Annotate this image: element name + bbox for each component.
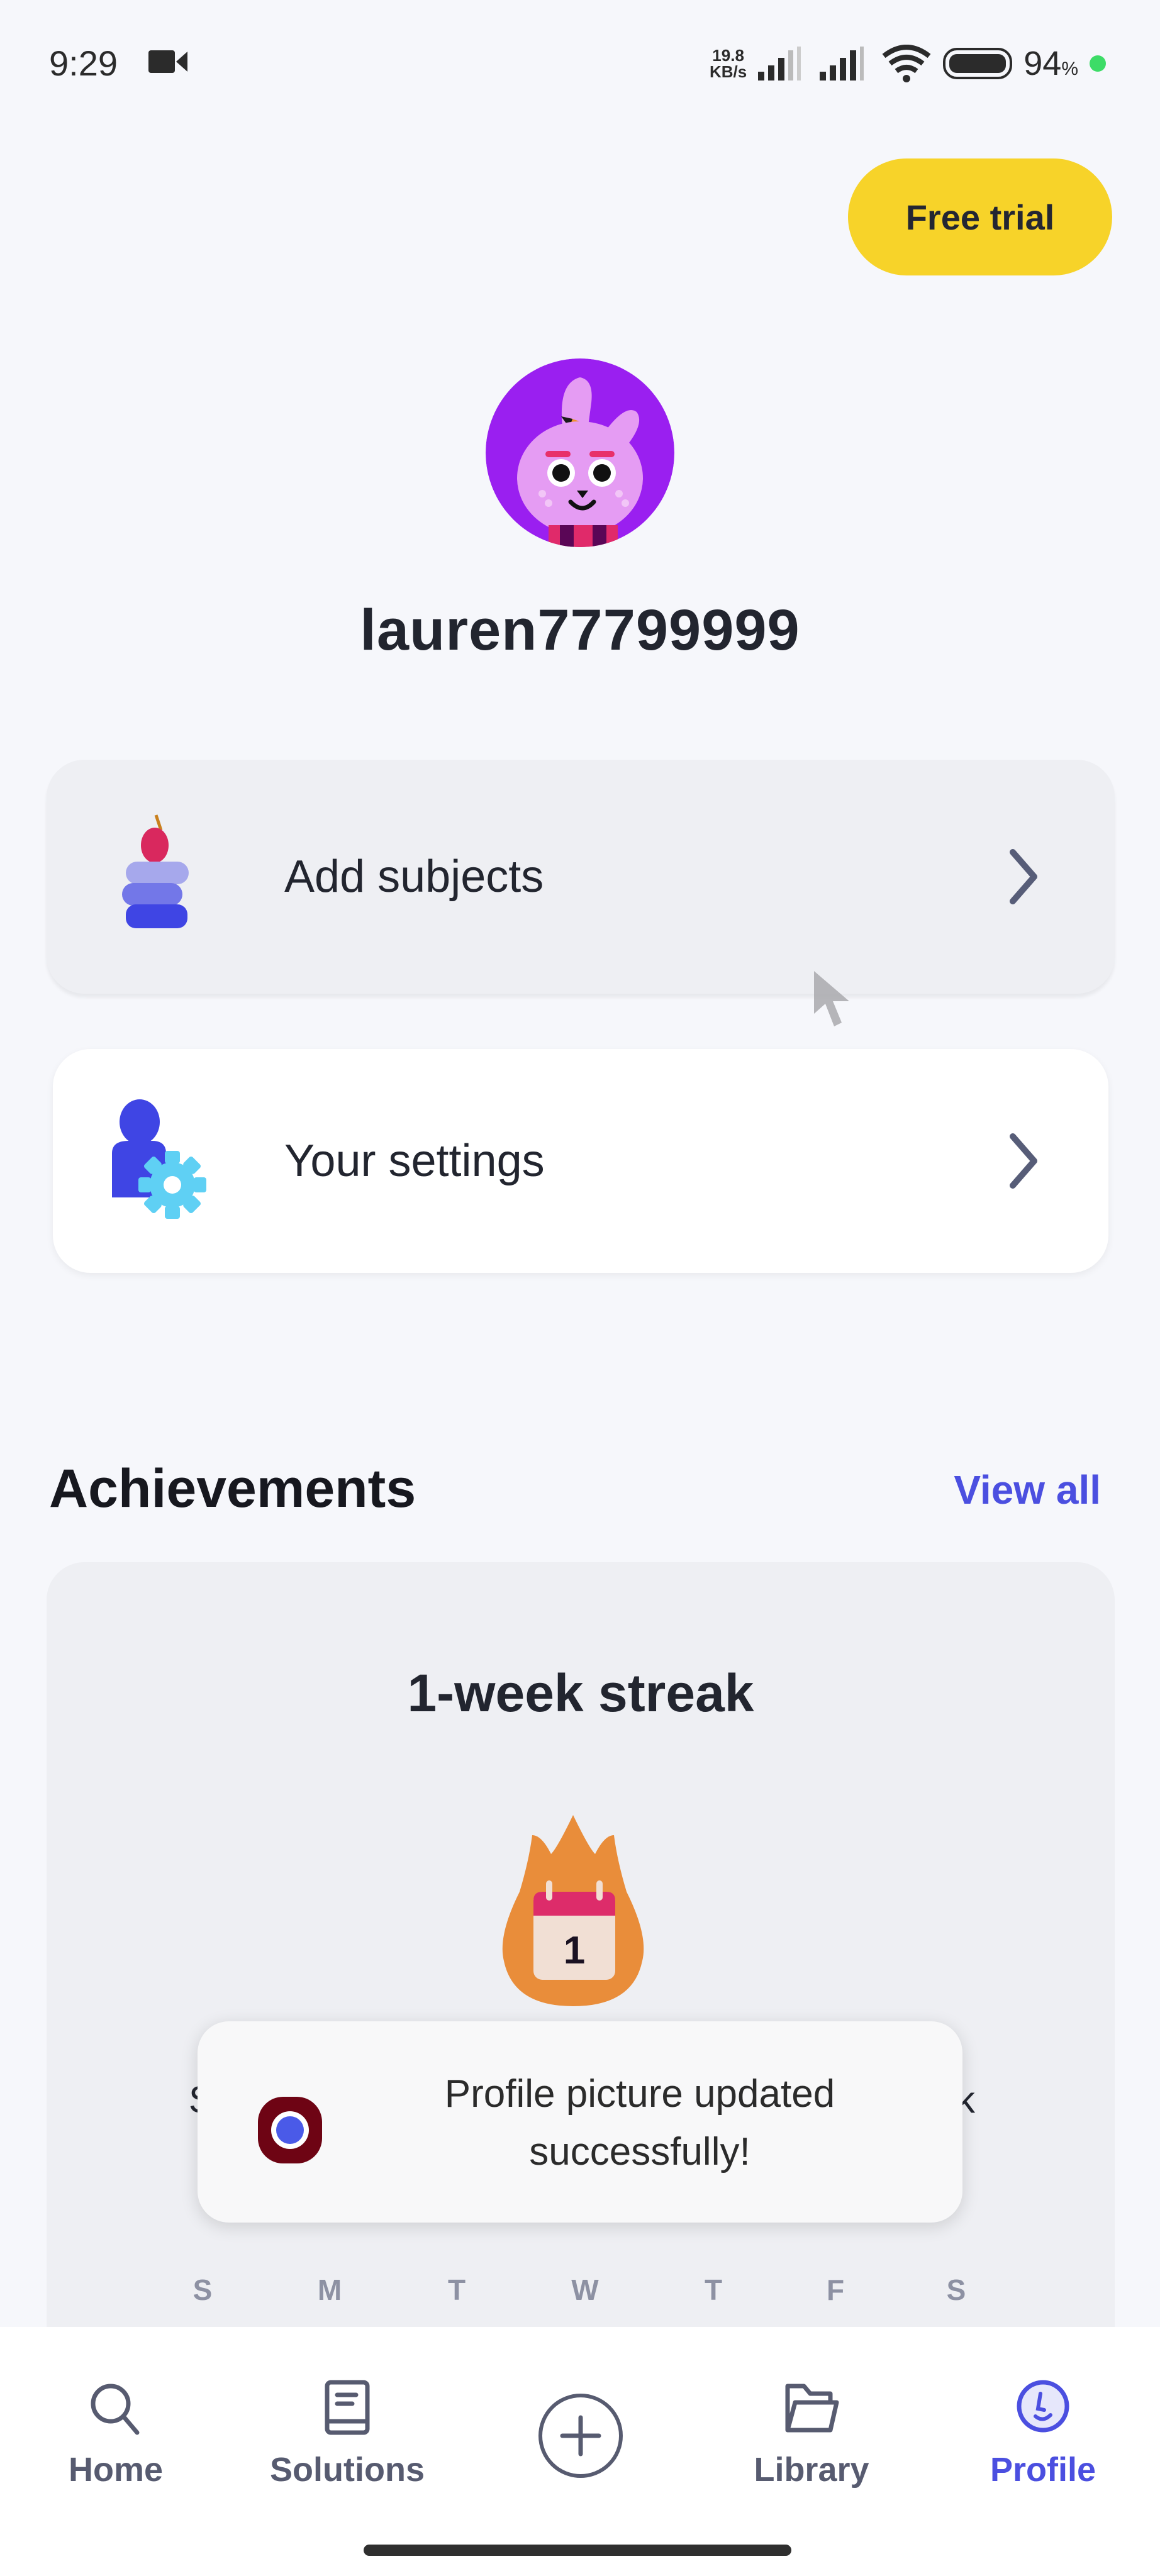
book-icon — [325, 2380, 370, 2435]
avatar[interactable] — [486, 358, 674, 547]
streak-card[interactable]: 1-week streak 1 S k S M T W T F S — [47, 1562, 1115, 2380]
plus-icon — [560, 2415, 601, 2457]
nav-solutions[interactable]: Solutions — [253, 2377, 442, 2489]
video-camera-icon — [148, 50, 187, 73]
streak-title: 1-week streak — [407, 1663, 754, 1723]
books-apple-icon — [122, 814, 189, 928]
flame-calendar-icon: 1 — [502, 1815, 644, 2006]
free-trial-button[interactable]: Free trial — [848, 158, 1112, 275]
nav-library[interactable]: Library — [717, 2377, 906, 2489]
weekday-label: T — [447, 2273, 466, 2306]
add-subjects-label: Add subjects — [284, 852, 544, 902]
weekday-label: F — [826, 2273, 845, 2306]
battery-icon — [943, 48, 1013, 79]
chevron-right-icon — [1010, 849, 1037, 904]
folder-icon — [785, 2384, 839, 2433]
nav-home[interactable]: Home — [21, 2377, 210, 2489]
toast-notification: Profile picture updated successfully! — [198, 2021, 962, 2223]
network-speed-unit: KB/s — [709, 62, 747, 81]
battery-percent: 94% — [1023, 44, 1078, 83]
network-speed: 19.8 KB/s — [710, 47, 747, 80]
achievements-heading: Achievements — [49, 1458, 416, 1519]
mouse-cursor-icon — [814, 971, 849, 1026]
weekday-label: W — [571, 2273, 599, 2306]
profile-icon — [1017, 2380, 1069, 2433]
calendar-number: 1 — [564, 1929, 585, 1972]
nav-solutions-label: Solutions — [270, 2451, 425, 2489]
nav-profile[interactable]: Profile — [949, 2377, 1137, 2489]
add-subjects-button[interactable]: Add subjects — [47, 760, 1115, 994]
nav-library-label: Library — [754, 2451, 869, 2489]
signal-icon — [758, 47, 801, 80]
weekday-label: M — [317, 2273, 342, 2306]
chevron-right-icon — [1010, 1133, 1037, 1189]
user-gear-icon — [112, 1099, 206, 1219]
weekday-label: T — [704, 2273, 723, 2306]
nav-home-label: Home — [68, 2451, 164, 2489]
your-settings-label: Your settings — [284, 1136, 545, 1186]
weekday-label: S — [946, 2273, 966, 2306]
username: lauren77799999 — [360, 598, 800, 662]
battery-percent-sign: % — [1061, 58, 1078, 79]
view-all-link[interactable]: View all — [954, 1467, 1101, 1513]
search-icon — [91, 2384, 140, 2435]
status-bar: 9:29 19.8 KB/s 94% — [0, 0, 1160, 126]
your-settings-button[interactable]: Your settings — [53, 1049, 1108, 1273]
status-time: 9:29 — [49, 43, 118, 83]
add-button[interactable] — [538, 2394, 623, 2478]
status-icons: 19.8 KB/s 94% — [710, 42, 1106, 86]
nav-profile-label: Profile — [990, 2451, 1096, 2489]
toast-message: Profile picture updated successfully! — [444, 2072, 835, 2174]
network-speed-value: 19.8 — [712, 46, 744, 65]
battery-percent-value: 94 — [1023, 45, 1062, 82]
app-icon — [258, 2097, 322, 2163]
signal-icon — [820, 47, 864, 80]
bunny-avatar-icon — [486, 358, 674, 547]
home-indicator[interactable] — [364, 2545, 791, 2556]
weekday-label: S — [192, 2273, 213, 2306]
wifi-icon — [882, 45, 931, 82]
charging-dot-icon — [1090, 55, 1106, 72]
